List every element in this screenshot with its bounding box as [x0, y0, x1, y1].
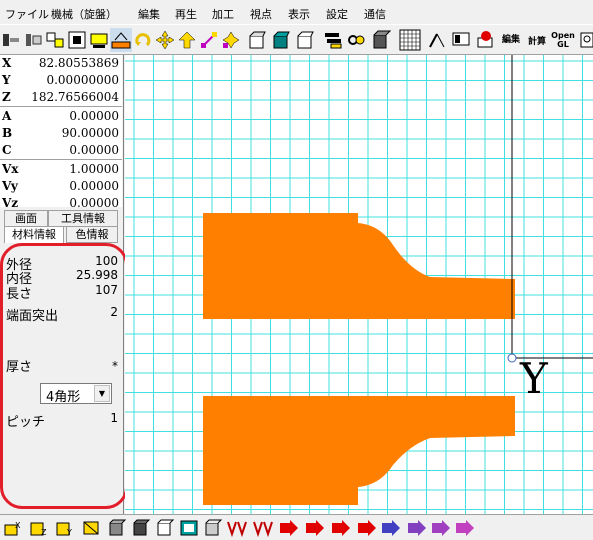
- shape-select[interactable]: 4角形 ▼: [40, 383, 112, 405]
- origin-marker: [507, 353, 517, 363]
- left-panel: X 82.80553869 Y 0.00000000 Z 182.7656600…: [0, 55, 128, 514]
- menu-bar: ファイル 機械（旋盤） 編集 再生 加工 視点 表示 設定 通信: [0, 0, 593, 24]
- end-icon[interactable]: [454, 518, 476, 538]
- menu-display[interactable]: 表示: [288, 8, 310, 21]
- menu-view[interactable]: 視点: [250, 8, 272, 21]
- skip-icon[interactable]: [406, 518, 428, 538]
- edit-icon[interactable]: 編集: [500, 28, 522, 52]
- cube-icon[interactable]: [370, 28, 392, 52]
- pitch-row: ピッチ 1: [4, 411, 120, 430]
- cube-wire-icon[interactable]: [154, 518, 176, 538]
- end-protrusion-row: 端面突出 2: [4, 305, 120, 324]
- pitch-value: 1: [110, 411, 118, 425]
- menu-communication[interactable]: 通信: [364, 8, 386, 21]
- end-protrusion-value: 2: [110, 305, 118, 319]
- cube-front-icon[interactable]: [106, 518, 128, 538]
- thickness-row: 厚さ *: [4, 356, 120, 375]
- coord-x: X 82.80553869: [0, 55, 122, 72]
- pen-icon[interactable]: [426, 28, 448, 52]
- lathe-icon[interactable]: [0, 28, 22, 52]
- cube-side-icon[interactable]: [130, 518, 152, 538]
- zoom-icon[interactable]: [576, 28, 593, 52]
- box-teal-icon[interactable]: [270, 28, 292, 52]
- coord-y: Y 0.00000000: [0, 72, 122, 89]
- pitch-label: ピッチ: [6, 415, 46, 430]
- inner-diameter-row: 内径 25.998: [4, 268, 120, 287]
- tool-icon[interactable]: [44, 28, 66, 52]
- z-axis-icon[interactable]: Z: [28, 518, 50, 538]
- box-grid-icon[interactable]: [202, 518, 224, 538]
- menu-play[interactable]: 再生: [175, 8, 197, 21]
- box-open-icon[interactable]: [246, 28, 268, 52]
- block-icon[interactable]: [380, 518, 402, 538]
- arrow-red3-icon[interactable]: [330, 518, 352, 538]
- bottom-toolbar: X Z Y: [0, 514, 593, 540]
- viewport-svg: Y: [125, 55, 593, 514]
- stock-icon[interactable]: [110, 28, 132, 52]
- viewport-canvas[interactable]: Y: [125, 55, 593, 514]
- chuck-icon[interactable]: [22, 28, 44, 52]
- thickness-label: 厚さ: [6, 360, 33, 375]
- length-value: 107: [95, 283, 118, 297]
- menu-settings[interactable]: 設定: [326, 8, 348, 21]
- open-gl-icon[interactable]: Open GL: [551, 28, 575, 52]
- coord-z: Z 182.76566004: [0, 89, 122, 106]
- wave-icon[interactable]: [226, 518, 248, 538]
- arrow-red4-icon[interactable]: [356, 518, 378, 538]
- svg-text:Z: Z: [41, 528, 47, 537]
- scale-icon[interactable]: [198, 28, 220, 52]
- y-axis-icon[interactable]: Y: [54, 518, 76, 538]
- chevron-down-icon[interactable]: ▼: [94, 385, 110, 402]
- tab-color-info[interactable]: 色情報: [66, 226, 118, 243]
- thickness-value: *: [112, 359, 118, 373]
- rotate-icon[interactable]: [132, 28, 154, 52]
- up-arrow-icon[interactable]: [176, 28, 198, 52]
- axis-label: Y: [519, 354, 549, 403]
- cube-small-icon[interactable]: [80, 518, 102, 538]
- arrow-red-icon[interactable]: [278, 518, 300, 538]
- plus-icon[interactable]: [220, 28, 242, 52]
- tab-tool-info[interactable]: 工具情報: [48, 210, 118, 227]
- svg-text:X: X: [15, 521, 21, 530]
- svg-text:Y: Y: [66, 528, 72, 537]
- menu-edit[interactable]: 編集: [138, 8, 160, 21]
- coil-icon[interactable]: [346, 28, 368, 52]
- workpiece: [203, 213, 515, 505]
- tab-screen[interactable]: 画面: [4, 210, 48, 227]
- screen-icon[interactable]: [178, 518, 200, 538]
- coord-a: A 0.00000: [0, 108, 122, 125]
- skip2-icon[interactable]: [430, 518, 452, 538]
- turret-icon[interactable]: [66, 28, 88, 52]
- arrow-red2-icon[interactable]: [304, 518, 326, 538]
- x-axis-icon[interactable]: X: [2, 518, 24, 538]
- workpiece-upper: [203, 213, 515, 319]
- length-row: 長さ 107: [4, 283, 120, 302]
- layers-icon[interactable]: [322, 28, 344, 52]
- coord-vz: Vz 0.00000: [0, 195, 122, 207]
- wave2-icon[interactable]: [252, 518, 274, 538]
- coord-vx: Vx 1.00000: [0, 161, 122, 178]
- coord-c: C 0.00000: [0, 142, 122, 159]
- menu-file[interactable]: ファイル: [5, 8, 49, 21]
- end-protrusion-label: 端面突出: [6, 309, 59, 324]
- menu-machine[interactable]: 機械（旋盤）: [51, 8, 117, 21]
- tab-material-info[interactable]: 材料情報: [4, 226, 64, 243]
- record-icon[interactable]: [474, 28, 496, 52]
- outer-diameter-value: 100: [95, 254, 118, 268]
- holder-icon[interactable]: [88, 28, 110, 52]
- grid-icon[interactable]: [398, 28, 422, 52]
- coord-vy: Vy 0.00000: [0, 178, 122, 195]
- box-white-icon[interactable]: [294, 28, 316, 52]
- coord-b: B 90.00000: [0, 125, 122, 142]
- move-icon[interactable]: [154, 28, 176, 52]
- menu-machining[interactable]: 加工: [212, 8, 234, 21]
- length-label: 長さ: [6, 287, 33, 302]
- display-icon[interactable]: [450, 28, 472, 52]
- inner-diameter-value: 25.998: [76, 268, 118, 282]
- main-toolbar: 編集 計算 Open GL: [0, 24, 593, 55]
- calc-icon[interactable]: 計算: [526, 28, 548, 52]
